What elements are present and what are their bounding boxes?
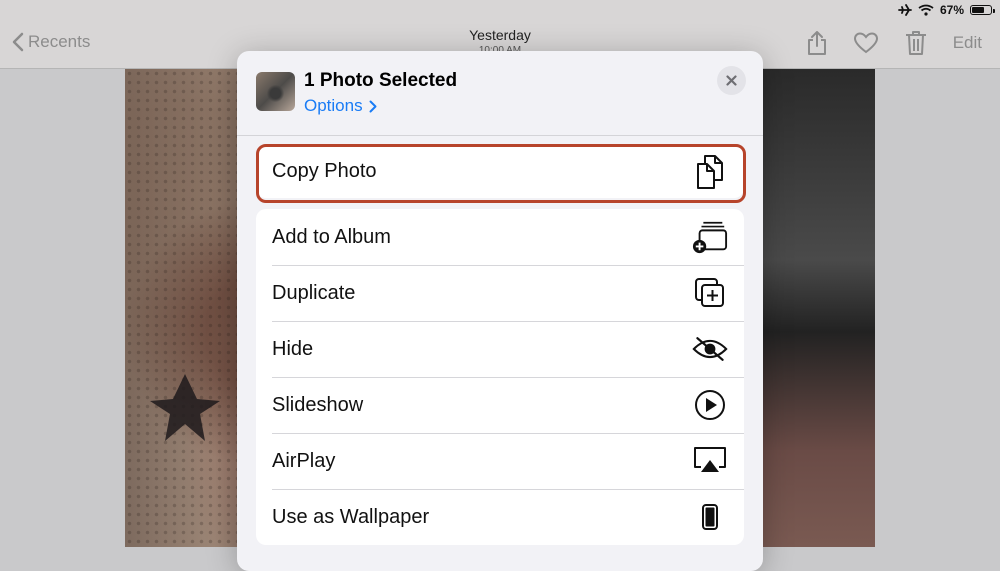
battery-level xyxy=(972,7,985,13)
close-button[interactable] xyxy=(717,66,746,95)
edit-button[interactable]: Edit xyxy=(953,33,982,53)
add-to-album-label: Add to Album xyxy=(272,225,391,248)
add-to-album-action[interactable]: Add to Album xyxy=(256,209,744,265)
add-to-album-icon xyxy=(692,219,728,255)
options-label: Options xyxy=(304,96,363,115)
chevron-right-icon xyxy=(369,100,377,112)
use-as-wallpaper-label: Use as Wallpaper xyxy=(272,505,430,528)
airplane-mode-icon xyxy=(898,4,912,16)
airplay-label: AirPlay xyxy=(272,449,336,472)
duplicate-action[interactable]: Duplicate xyxy=(256,265,744,321)
iphone-icon xyxy=(692,499,728,535)
sheet-title: 1 Photo Selected xyxy=(304,70,458,91)
slideshow-action[interactable]: Slideshow xyxy=(256,377,744,433)
favorite-button[interactable] xyxy=(853,32,879,54)
battery-icon xyxy=(970,5,995,15)
share-icon xyxy=(807,31,826,55)
duplicate-label: Duplicate xyxy=(272,281,356,304)
hide-label: Hide xyxy=(272,337,314,360)
wifi-icon xyxy=(918,4,934,16)
heart-icon xyxy=(853,32,878,54)
copy-photo-action[interactable]: Copy Photo xyxy=(256,145,744,198)
airplay-icon xyxy=(692,443,728,479)
action-group-main: Add to Album Duplicate Hide Slideshow Ai… xyxy=(256,209,744,545)
copy-icon xyxy=(692,154,728,190)
share-button[interactable] xyxy=(807,30,827,56)
delete-button[interactable] xyxy=(905,30,927,56)
close-icon xyxy=(726,75,737,86)
duplicate-icon xyxy=(692,275,728,311)
eye-slash-icon xyxy=(692,331,728,367)
share-sheet: 1 Photo Selected Options Copy Photo Add … xyxy=(237,51,763,571)
use-as-wallpaper-action[interactable]: Use as Wallpaper xyxy=(256,489,744,545)
options-link[interactable]: Options xyxy=(304,96,377,116)
action-group-copy: Copy Photo xyxy=(256,145,744,198)
play-icon xyxy=(692,387,728,423)
airplay-action[interactable]: AirPlay xyxy=(256,433,744,489)
photo-thumbnail xyxy=(256,72,295,111)
status-bar: 67% xyxy=(898,0,995,20)
copy-photo-label: Copy Photo xyxy=(272,160,377,182)
trash-icon xyxy=(905,31,926,55)
leaf-decoration-icon xyxy=(150,374,220,441)
hide-action[interactable]: Hide xyxy=(256,321,744,377)
battery-percent: 67% xyxy=(939,3,964,17)
nav-actions: Edit xyxy=(807,30,982,56)
slideshow-label: Slideshow xyxy=(272,393,364,416)
share-sheet-header: 1 Photo Selected Options xyxy=(237,51,763,136)
